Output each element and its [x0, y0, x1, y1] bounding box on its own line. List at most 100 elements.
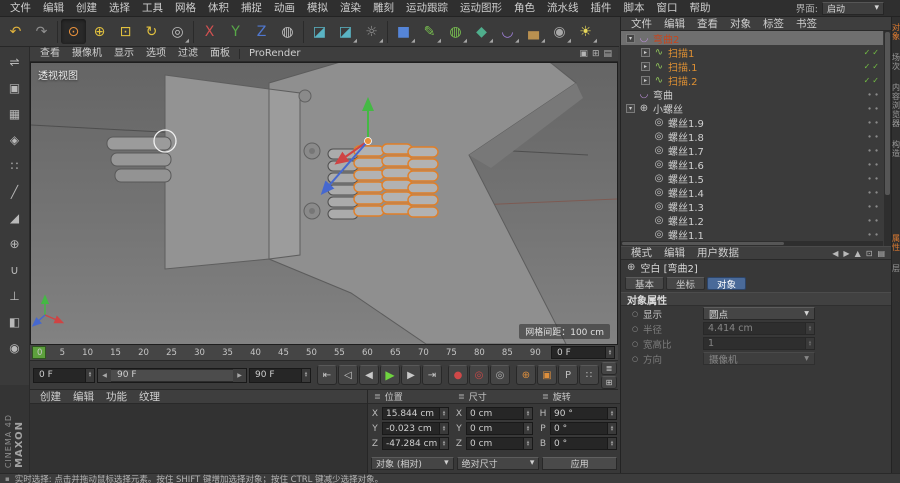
menu-item[interactable]: 雕刻 [367, 0, 400, 16]
expand-toggle[interactable]: ▸ [641, 48, 650, 57]
material-menu-item[interactable]: 编辑 [67, 389, 100, 405]
panel-menu-icon[interactable]: ▤ [877, 249, 885, 258]
size-mode-dropdown[interactable]: 绝对尺寸▾ [457, 457, 540, 470]
visibility-toggles[interactable]: ✓✓ [864, 62, 883, 71]
object-row[interactable]: ◎ 螺丝1.3 ∙∙ [621, 199, 883, 213]
value-stepper[interactable]: ▴▾ [523, 408, 532, 419]
deformers-button[interactable]: ◡ ◢ [495, 19, 520, 44]
autokeying-button[interactable]: ◎ [469, 365, 489, 385]
expand-toggle[interactable] [641, 160, 650, 169]
next-frame-button[interactable]: ▶ [401, 365, 421, 385]
history-back-icon[interactable]: ◀ [832, 249, 838, 258]
redo-button[interactable]: ↷ ◢ [29, 19, 54, 44]
coordinate-system-button[interactable]: ◍ ◢ [275, 19, 300, 44]
key-interpolation-button[interactable]: ⊞ [601, 376, 617, 389]
lock-x-axis-button[interactable]: X ◢ [197, 19, 222, 44]
object-name[interactable]: 螺丝1.1 [668, 227, 864, 242]
expand-toggle[interactable] [641, 118, 650, 127]
scrollbar-thumb[interactable] [622, 242, 784, 245]
render-settings-button[interactable]: ☼ ◢ [359, 19, 384, 44]
record-parameter-button[interactable]: P [558, 365, 578, 385]
object-name[interactable]: 小螺丝 [653, 101, 864, 116]
menu-item[interactable]: 运动跟踪 [400, 0, 454, 16]
menu-item[interactable]: 渲染 [334, 0, 367, 16]
value-stepper[interactable]: ▴▾ [607, 408, 616, 419]
object-row[interactable]: ◎ 螺丝1.5 ∙∙ [621, 171, 883, 185]
rotate-tool-button[interactable]: ↻ ◢ [139, 19, 164, 44]
render-view-button[interactable]: ◪ ◢ [307, 19, 332, 44]
object-row[interactable]: ◎ 螺丝1.6 ∙∙ [621, 157, 883, 171]
object-name[interactable]: 螺丝1.6 [668, 157, 864, 172]
aspect-ratio-input[interactable]: 1 ▴▾ [703, 337, 815, 350]
go-to-start-button[interactable]: ⇤ [317, 365, 337, 385]
tab-object[interactable]: 对象 [707, 277, 746, 290]
expand-toggle[interactable] [641, 188, 650, 197]
coordinate-input[interactable]: 15.844 cm▴▾ [382, 407, 449, 420]
visibility-toggles[interactable]: ∙∙ [867, 146, 883, 155]
viewport-menu-item[interactable]: 摄像机 [66, 46, 108, 62]
workplane-button[interactable]: ⊥ [3, 284, 26, 307]
viewport-options-icon[interactable]: ▤ [603, 49, 612, 59]
expand-toggle[interactable] [641, 202, 650, 211]
viewport-maximize-icon[interactable]: ▣ [579, 49, 588, 59]
viewport-menu-item[interactable]: 过滤 [172, 46, 204, 62]
value-stepper[interactable]: ▴▾ [805, 323, 814, 334]
visibility-toggles[interactable]: ∙∙ [867, 202, 883, 211]
object-row[interactable]: ◎ 螺丝1.1 ∙∙ [621, 227, 883, 241]
object-name[interactable]: 弯曲 [653, 87, 864, 102]
play-button[interactable]: ▶ [380, 365, 400, 385]
move-tool-button[interactable]: ⊕ ◢ [87, 19, 112, 44]
view-label[interactable]: 透视视图 [38, 67, 78, 82]
range-left-arrow-icon[interactable]: ◀ [98, 369, 111, 382]
radius-input[interactable]: 4.414 cm ▴▾ [703, 322, 815, 335]
make-editable-button[interactable]: ⇌ [3, 50, 26, 73]
points-mode-button[interactable]: ∷ [3, 154, 26, 177]
object-row[interactable]: ◎ 螺丝1.9 ∙∙ [621, 115, 883, 129]
object-name[interactable]: 扫描1 [668, 45, 861, 60]
orientation-dropdown[interactable]: 摄像机 ▾ [703, 352, 815, 365]
object-manager-menu-item[interactable]: 文件 [625, 16, 658, 32]
menu-item[interactable]: 选择 [103, 0, 136, 16]
object-manager-menu-item[interactable]: 查看 [691, 16, 724, 32]
previous-key-button[interactable]: ◁ [338, 365, 358, 385]
texture-mode-button[interactable]: ▦ [3, 102, 26, 125]
menu-item[interactable]: 模拟 [301, 0, 334, 16]
value-stepper[interactable]: ▴▾ [85, 369, 94, 382]
object-name[interactable]: 扫描.2 [668, 73, 861, 88]
value-stepper[interactable]: ▴▾ [607, 438, 616, 449]
object-row[interactable]: ▸ ∿ 扫描.2 ✓✓ [621, 73, 883, 87]
polygons-mode-button[interactable]: ◢ [3, 206, 26, 229]
solo-mode-button[interactable]: ◉ [3, 336, 26, 359]
viewport-menu-item[interactable]: 显示 [108, 46, 140, 62]
coordinate-input[interactable]: 90 °▴▾ [550, 407, 617, 420]
keyframe-selection-button[interactable]: ◎ [490, 365, 510, 385]
menu-item[interactable]: 编辑 [37, 0, 70, 16]
preview-range-slider[interactable]: ◀ 90 F ▶ [97, 368, 247, 383]
object-row[interactable]: ▸ ∿ 扫描1 ✓✓ [621, 45, 883, 59]
value-stepper[interactable]: ▴▾ [523, 438, 532, 449]
edges-mode-button[interactable]: ╱ [3, 180, 26, 203]
display-dropdown[interactable]: 圆点 ▾ [703, 307, 815, 320]
keyframe-dot-icon[interactable]: ○ [631, 310, 639, 318]
expand-toggle[interactable]: ▸ [641, 76, 650, 85]
object-name[interactable]: 螺丝1.3 [668, 199, 864, 214]
previous-frame-button[interactable]: ◀ [359, 365, 379, 385]
scrollbar-thumb[interactable] [885, 32, 890, 195]
attribute-menu-item[interactable]: 编辑 [658, 245, 691, 261]
coordinate-input[interactable]: 0 cm▴▾ [466, 407, 533, 420]
value-stepper[interactable]: ▴▾ [607, 423, 616, 434]
material-menu-item[interactable]: 创建 [34, 389, 67, 405]
tree-horizontal-scrollbar[interactable] [621, 241, 883, 246]
timeline-mode-button[interactable]: ≣ [601, 362, 617, 375]
visibility-toggles[interactable]: ∙∙ [867, 132, 883, 141]
viewport-menu-item[interactable]: 面板 [204, 46, 236, 62]
material-menu-item[interactable]: 功能 [100, 389, 133, 405]
object-name[interactable]: 扫描.1 [668, 59, 861, 74]
undo-button[interactable]: ↶ ◢ [3, 19, 28, 44]
gizmo-center[interactable] [365, 138, 372, 145]
visibility-toggles[interactable]: ∙∙ [867, 216, 883, 225]
object-row[interactable]: ◡ 弯曲 ∙∙ [621, 87, 883, 101]
interface-preset-dropdown[interactable]: 启动 ▾ [822, 2, 884, 15]
dock-tab-structure[interactable]: 构造 [891, 134, 900, 164]
viewport-split-icon[interactable]: ⊞ [592, 49, 600, 59]
